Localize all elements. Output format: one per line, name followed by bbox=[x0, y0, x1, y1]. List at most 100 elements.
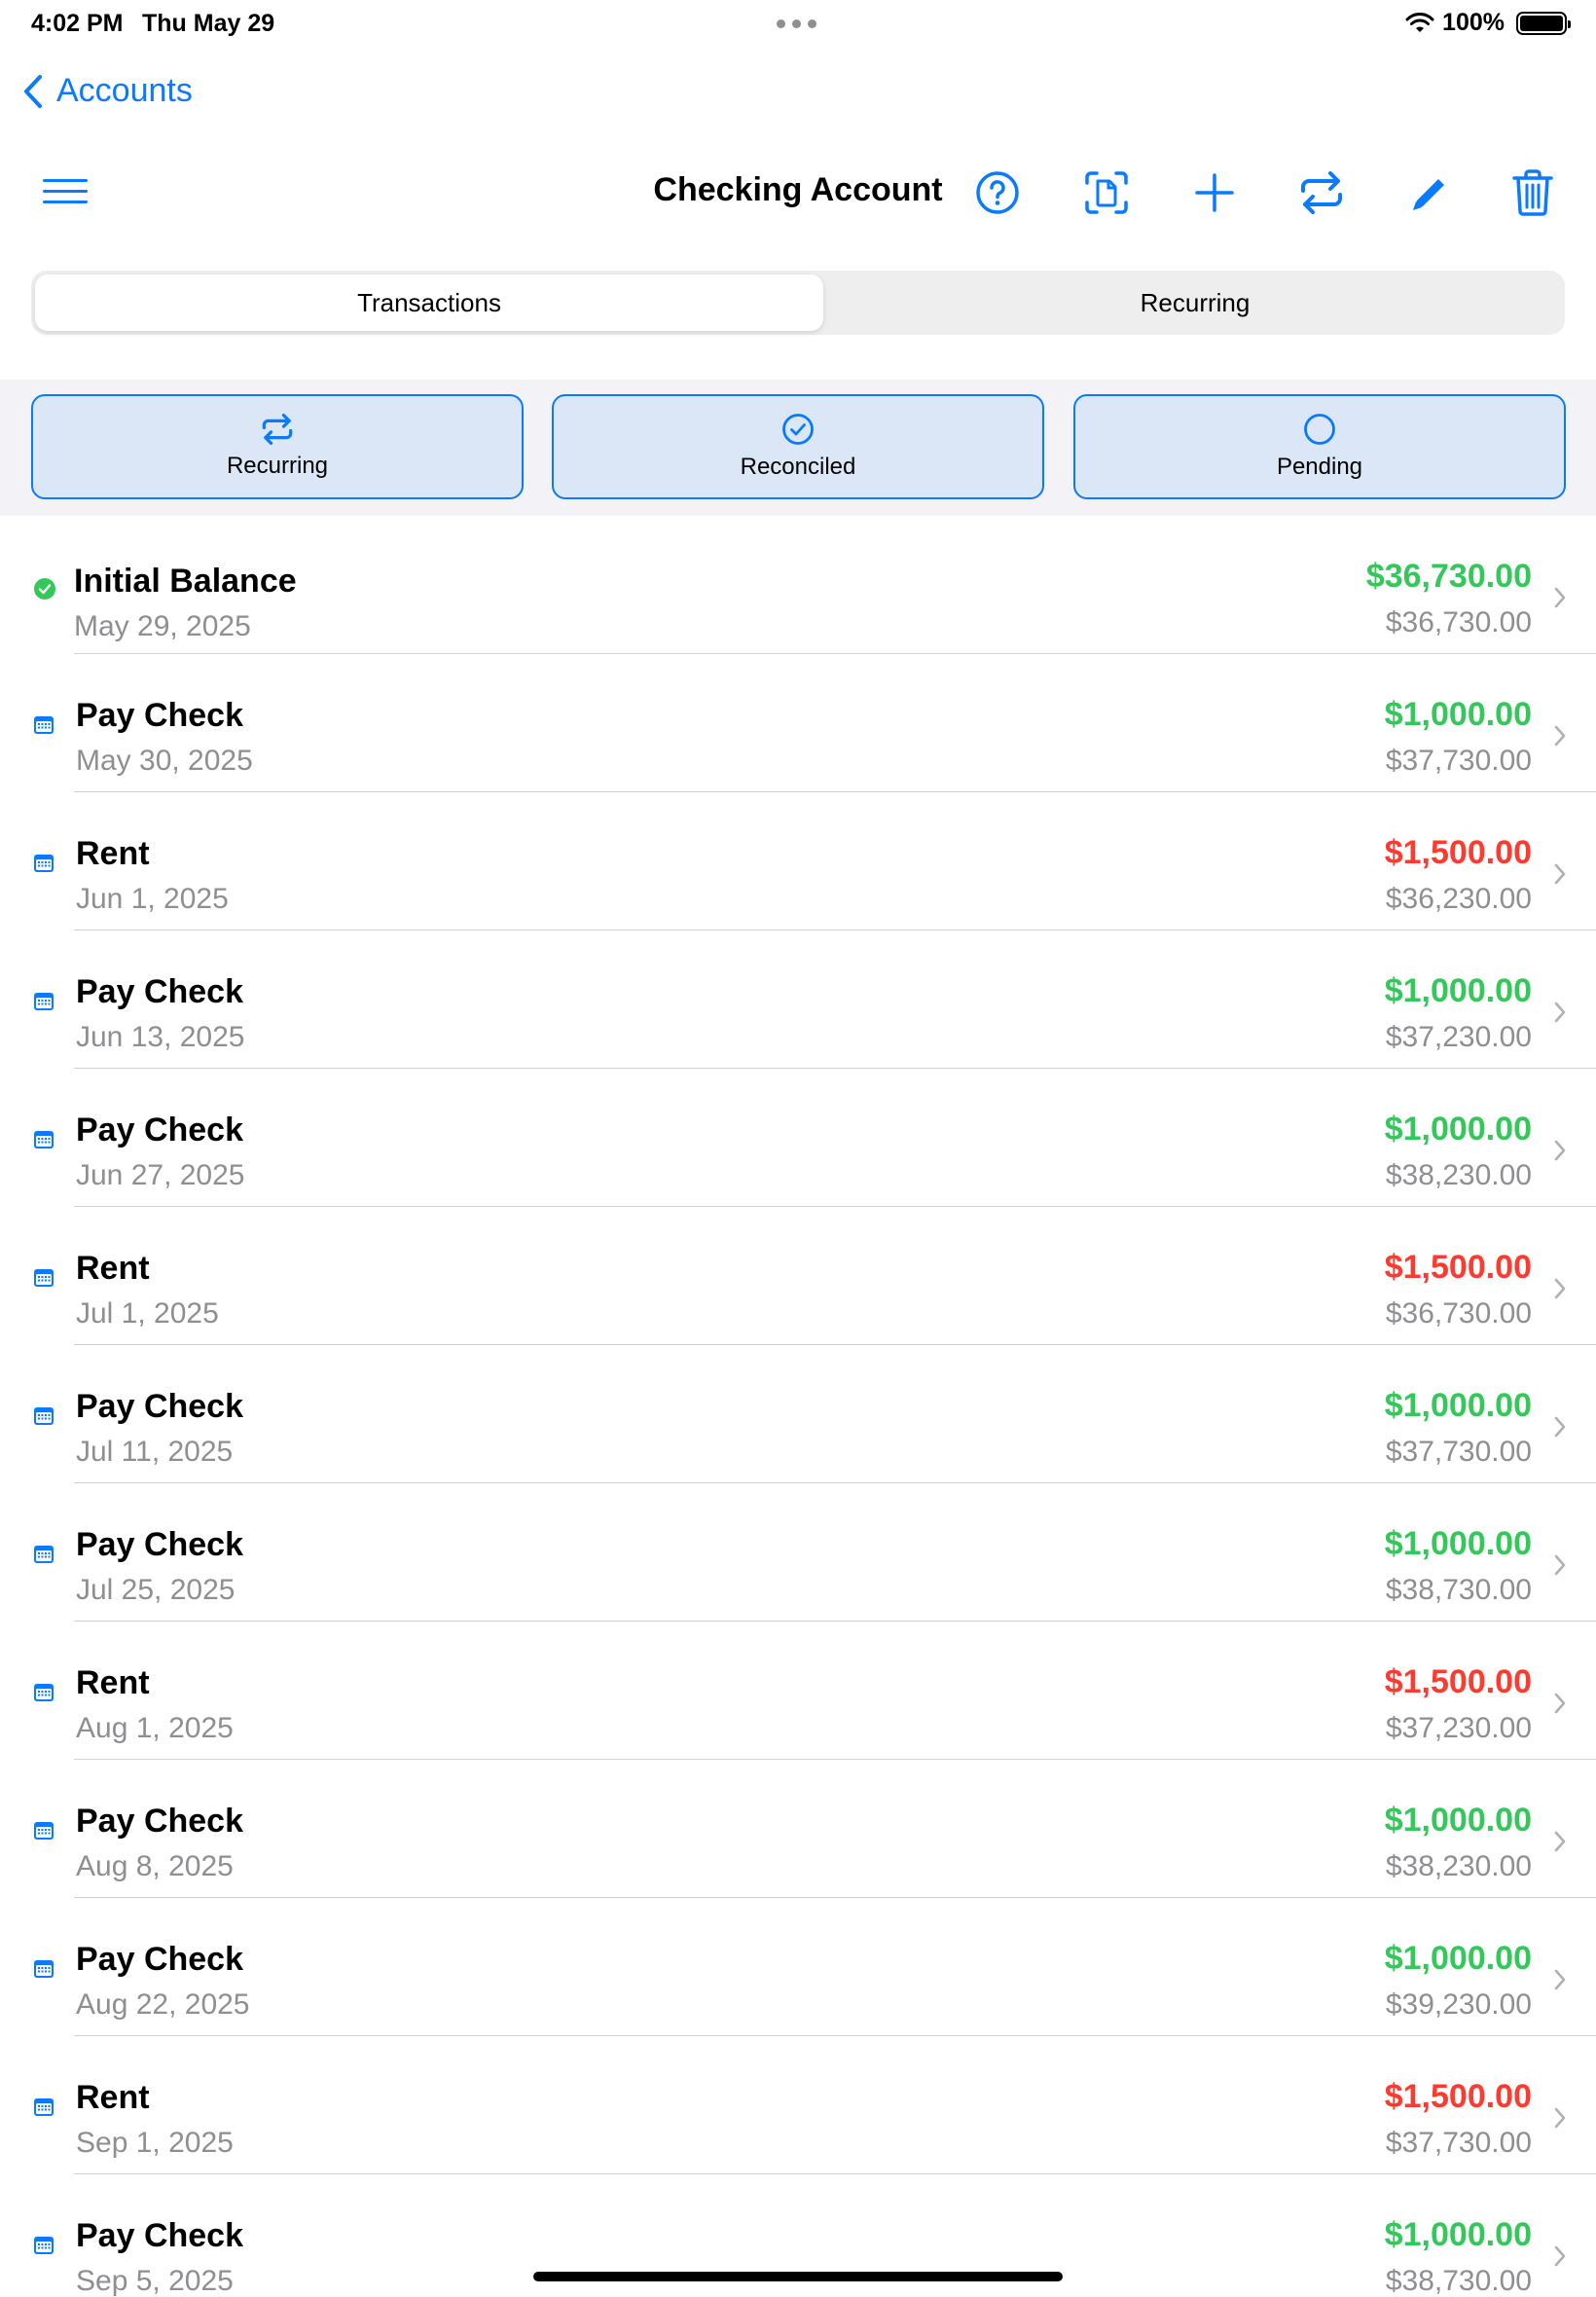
transaction-amount: $1,000.00 bbox=[1384, 1111, 1532, 1148]
transaction-name: Pay Check bbox=[76, 1112, 243, 1148]
chevron-right-icon bbox=[1553, 586, 1567, 614]
transaction-date: Jun 13, 2025 bbox=[76, 1021, 245, 1053]
status-right: 100% bbox=[1405, 9, 1571, 37]
filter-bar: Recurring Reconciled Pending bbox=[0, 380, 1596, 516]
calendar-icon bbox=[33, 1268, 54, 1293]
running-balance: $38,230.00 bbox=[1385, 1159, 1532, 1191]
calendar-icon bbox=[33, 992, 54, 1016]
battery-percent: 100% bbox=[1442, 9, 1505, 36]
running-balance: $36,730.00 bbox=[1385, 1297, 1532, 1330]
transaction-row[interactable]: Rent Jun 1, 2025 $1,500.00 $36,230.00 bbox=[0, 792, 1596, 930]
transaction-amount: $1,500.00 bbox=[1384, 1249, 1532, 1286]
transactions-list: Initial Balance May 29, 2025 $36,730.00 $36… bbox=[0, 516, 1596, 2297]
home-indicator[interactable] bbox=[533, 2272, 1063, 2281]
tab-recurring[interactable]: Recurring bbox=[829, 274, 1561, 331]
plus-icon[interactable] bbox=[1185, 164, 1244, 222]
transaction-name: Pay Check bbox=[76, 1526, 243, 1563]
trash-icon[interactable] bbox=[1504, 164, 1562, 222]
transaction-row[interactable]: Rent Aug 1, 2025 $1,500.00 $37,230.00 bbox=[0, 1622, 1596, 1760]
transaction-date: Aug 22, 2025 bbox=[76, 1988, 250, 2021]
transaction-amount: $1,000.00 bbox=[1384, 972, 1532, 1009]
running-balance: $38,230.00 bbox=[1385, 1850, 1532, 1882]
checkmark-circle-icon bbox=[782, 414, 814, 445]
chevron-right-icon bbox=[1553, 1692, 1567, 1720]
filter-pending-button[interactable]: Pending bbox=[1073, 394, 1566, 499]
transaction-amount: $1,500.00 bbox=[1384, 2078, 1532, 2115]
transaction-amount: $1,000.00 bbox=[1384, 1802, 1532, 1839]
back-button[interactable]: Accounts bbox=[23, 72, 193, 110]
calendar-icon bbox=[33, 1545, 54, 1569]
chevron-right-icon bbox=[1553, 862, 1567, 891]
status-date: Thu May 29 bbox=[142, 10, 275, 37]
transaction-name: Pay Check bbox=[76, 1388, 243, 1425]
transaction-date: Jul 11, 2025 bbox=[76, 1436, 234, 1468]
transaction-date: Jun 27, 2025 bbox=[76, 1159, 245, 1191]
status-bar: 4:02 PM Thu May 29 100% bbox=[0, 0, 1596, 47]
transaction-amount: $1,000.00 bbox=[1384, 1387, 1532, 1424]
calendar-icon bbox=[33, 1130, 54, 1154]
transaction-amount: $1,500.00 bbox=[1384, 1663, 1532, 1700]
chevron-right-icon bbox=[1553, 1139, 1567, 1167]
chevron-right-icon bbox=[1553, 724, 1567, 752]
filter-recurring-button[interactable]: Recurring bbox=[31, 394, 524, 499]
transaction-row[interactable]: Pay Check Aug 22, 2025 $1,000.00 $39,230.00 bbox=[0, 1898, 1596, 2036]
transaction-row[interactable]: Pay Check Jun 13, 2025 $1,000.00 $37,230.00 bbox=[0, 930, 1596, 1069]
transaction-date: May 30, 2025 bbox=[76, 745, 253, 777]
pencil-icon[interactable] bbox=[1399, 164, 1458, 222]
running-balance: $36,730.00 bbox=[1385, 606, 1532, 638]
back-label: Accounts bbox=[56, 72, 193, 109]
transaction-row[interactable]: Pay Check Jul 25, 2025 $1,000.00 $38,730.00 bbox=[0, 1483, 1596, 1622]
transaction-row[interactable]: Rent Jul 1, 2025 $1,500.00 $36,730.00 bbox=[0, 1207, 1596, 1345]
chevron-left-icon bbox=[24, 74, 42, 108]
transaction-date: Aug 1, 2025 bbox=[76, 1712, 234, 1744]
calendar-icon bbox=[33, 1959, 54, 1984]
wifi-icon bbox=[1405, 12, 1434, 32]
scan-document-icon[interactable] bbox=[1077, 164, 1136, 222]
transaction-row[interactable]: Pay Check Jul 11, 2025 $1,000.00 $37,730.00 bbox=[0, 1345, 1596, 1483]
transaction-name: Rent bbox=[76, 1250, 150, 1287]
segmented-control: Transactions Recurring bbox=[31, 271, 1565, 335]
chevron-right-icon bbox=[1553, 2106, 1567, 2134]
transaction-row[interactable]: Rent Sep 1, 2025 $1,500.00 $37,730.00 bbox=[0, 2036, 1596, 2174]
transaction-row[interactable]: Initial Balance May 29, 2025 $36,730.00 $36… bbox=[0, 516, 1596, 654]
chevron-right-icon bbox=[1553, 1968, 1567, 1996]
transaction-row[interactable]: Pay Check Aug 8, 2025 $1,000.00 $38,230.00 bbox=[0, 1760, 1596, 1898]
multitasking-dots-icon[interactable] bbox=[777, 19, 816, 28]
transaction-amount: $36,730.00 bbox=[1365, 558, 1532, 595]
running-balance: $37,730.00 bbox=[1385, 1436, 1532, 1468]
running-balance: $37,230.00 bbox=[1385, 1021, 1532, 1053]
transaction-name: Rent bbox=[76, 1664, 150, 1701]
transaction-date: Sep 1, 2025 bbox=[76, 2127, 234, 2159]
transaction-amount: $1,500.00 bbox=[1384, 834, 1532, 871]
transaction-row[interactable]: Pay Check May 30, 2025 $1,000.00 $37,730.00 bbox=[0, 654, 1596, 792]
transaction-amount: $1,000.00 bbox=[1384, 696, 1532, 733]
battery-icon bbox=[1516, 11, 1571, 35]
transaction-date: Jul 1, 2025 bbox=[76, 1297, 219, 1330]
filter-pending-label: Pending bbox=[1276, 454, 1363, 480]
filter-reconciled-label: Reconciled bbox=[740, 454, 856, 480]
calendar-icon bbox=[33, 2236, 54, 2260]
running-balance: $37,230.00 bbox=[1385, 1712, 1532, 1744]
transaction-amount: $1,000.00 bbox=[1384, 1940, 1532, 1977]
transaction-row[interactable]: Pay Check Jun 27, 2025 $1,000.00 $38,230.00 bbox=[0, 1069, 1596, 1207]
running-balance: $37,730.00 bbox=[1385, 2127, 1532, 2159]
filter-recurring-label: Recurring bbox=[226, 453, 329, 479]
calendar-icon bbox=[33, 715, 54, 740]
transaction-name: Pay Check bbox=[76, 1803, 243, 1840]
calendar-icon bbox=[33, 1683, 54, 1707]
calendar-icon bbox=[33, 1406, 54, 1431]
transaction-name: Rent bbox=[76, 835, 150, 872]
calendar-icon bbox=[33, 854, 54, 878]
transaction-name: Pay Check bbox=[76, 1941, 243, 1978]
chevron-right-icon bbox=[1553, 1830, 1567, 1858]
menu-icon[interactable] bbox=[43, 179, 88, 208]
transfer-icon[interactable] bbox=[1292, 164, 1351, 222]
transaction-name: Pay Check bbox=[76, 697, 243, 734]
transaction-name: Initial Balance bbox=[74, 563, 297, 600]
reconciled-check-icon bbox=[33, 577, 56, 605]
tab-transactions[interactable]: Transactions bbox=[35, 274, 823, 331]
filter-reconciled-button[interactable]: Reconciled bbox=[552, 394, 1044, 499]
running-balance: $37,730.00 bbox=[1385, 745, 1532, 777]
help-icon[interactable] bbox=[968, 164, 1027, 222]
chevron-right-icon bbox=[1553, 1001, 1567, 1029]
